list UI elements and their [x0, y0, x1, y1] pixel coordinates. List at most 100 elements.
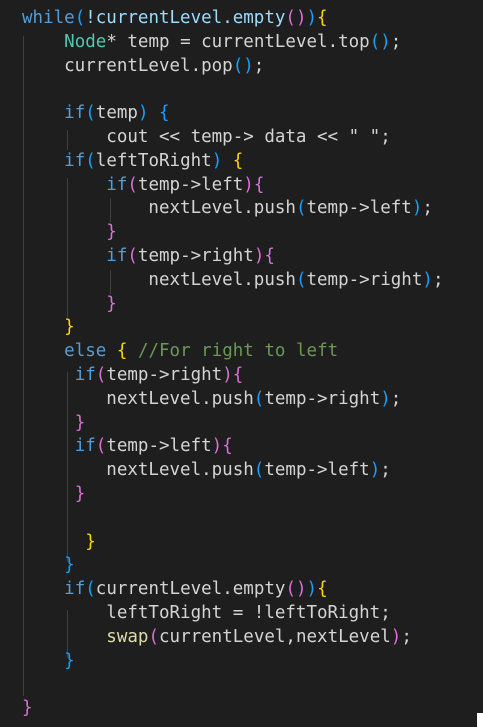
code-line: nextLevel.push(temp->left);: [22, 458, 391, 482]
code-token: (: [253, 388, 265, 409]
code-line: nextLevel.push(temp->left);: [22, 196, 433, 220]
code-token: {: [264, 246, 275, 266]
code-token: (): [369, 31, 391, 52]
code-token: (): [285, 579, 307, 600]
code-line: }: [22, 292, 117, 316]
code-token: * temp = currentLevel.top: [106, 31, 370, 52]
code-token: (: [85, 103, 96, 124]
code-line: if(temp->right){: [22, 244, 275, 268]
code-token: (: [74, 8, 86, 28]
code-token: if: [64, 150, 86, 171]
code-token: }: [22, 698, 33, 719]
code-token: while: [22, 8, 75, 28]
code-line: }: [22, 553, 75, 577]
code-token: swap: [106, 626, 149, 647]
code-token: ): [211, 436, 223, 457]
code-line: }: [22, 649, 75, 673]
code-token: temp->left: [106, 436, 212, 457]
code-token: currentLevel.pop: [22, 55, 233, 76]
code-token: Node: [64, 31, 107, 52]
code-token: nextLevel.push: [22, 460, 254, 481]
code-line: }: [22, 696, 33, 720]
code-token: }: [64, 555, 75, 576]
code-token: }: [64, 317, 75, 338]
code-token: ): [390, 626, 402, 647]
code-token: }: [74, 484, 86, 504]
code-token: ;: [253, 55, 265, 76]
code-token: {: [116, 341, 128, 362]
code-token: (: [85, 579, 96, 600]
code-token: ): [306, 579, 318, 600]
code-line: swap(currentLevel,nextLevel);: [22, 625, 412, 649]
code-line: if(currentLevel.empty()){: [22, 577, 327, 601]
code-token: ): [222, 365, 233, 385]
code-token: }: [106, 222, 117, 243]
code-token: if: [74, 436, 96, 457]
code-token: (: [85, 150, 96, 171]
code-line: if(temp->left){: [22, 434, 233, 458]
code-line: if(temp) {: [22, 101, 169, 125]
code-line: if(temp->left){: [22, 173, 264, 197]
code-token: (: [148, 626, 159, 647]
code-token: (: [95, 365, 107, 385]
code-token: temp->right: [306, 269, 423, 290]
code-token: (: [127, 246, 138, 266]
code-token: leftToRight = !leftToRight;: [22, 603, 391, 623]
code-token: !currentLevel.empty: [85, 8, 286, 28]
code-token: ;: [390, 388, 402, 409]
code-line: else { //For right to left: [22, 339, 338, 363]
code-line: nextLevel.push(temp->right);: [22, 268, 443, 292]
code-line: Node* temp = currentLevel.top();: [22, 30, 401, 54]
code-token: temp->right: [264, 388, 381, 409]
code-token: leftToRight: [95, 150, 212, 171]
code-token: if: [106, 246, 128, 266]
code-line: currentLevel.pop();: [22, 54, 264, 78]
code-line: cout << temp-> data << " ";: [22, 125, 390, 149]
code-token: ;: [422, 198, 433, 219]
code-token: }: [74, 412, 86, 433]
code-token: currentLevel.empty: [95, 579, 286, 600]
code-token: (: [95, 436, 107, 457]
code-token: temp->left: [306, 198, 412, 219]
code-line: nextLevel.push(temp->right);: [22, 387, 401, 411]
code-token: ): [422, 269, 433, 290]
code-line: if(leftToRight) {: [22, 149, 243, 173]
code-token: ): [369, 460, 381, 481]
code-token: (): [285, 8, 307, 28]
code-token: if: [74, 365, 96, 385]
code-line: }: [22, 482, 86, 506]
code-token: (: [127, 174, 138, 195]
code-line: }: [22, 530, 96, 554]
code-token: if: [64, 579, 86, 600]
code-editor[interactable]: while(!currentLevel.empty()){ Node* temp…: [0, 0, 483, 727]
code-token: (: [295, 269, 307, 290]
code-line: }: [22, 315, 75, 339]
code-token: ;: [380, 460, 391, 481]
code-token: }: [64, 650, 75, 671]
code-token: temp: [95, 103, 138, 124]
code-line: }: [22, 411, 86, 435]
code-token: }: [85, 531, 96, 552]
code-token: ): [380, 388, 391, 409]
code-token: temp->left: [264, 460, 370, 481]
code-token: if: [64, 103, 86, 124]
